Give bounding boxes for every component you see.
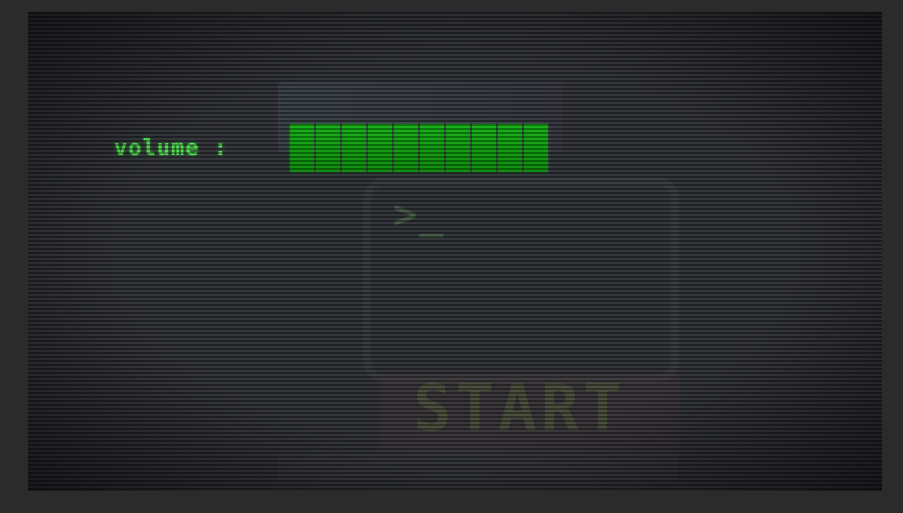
background-start-button: START (413, 372, 626, 446)
volume-bar-segment (290, 124, 314, 172)
volume-bar-segment (316, 124, 340, 172)
volume-bar-segment (524, 124, 548, 172)
crt-frame: >_ START volume : (0, 0, 903, 513)
volume-bar[interactable] (290, 124, 550, 172)
volume-bar-segment (498, 124, 522, 172)
volume-label: volume : (114, 136, 228, 161)
background-prompt: >_ (393, 192, 446, 238)
volume-bar-segment (394, 124, 418, 172)
volume-bar-segment (368, 124, 392, 172)
background-base (278, 452, 678, 482)
volume-bar-segment (342, 124, 366, 172)
volume-bar-segment (420, 124, 444, 172)
volume-bar-segment (472, 124, 496, 172)
volume-bar-segment (446, 124, 470, 172)
crt-screen: >_ START volume : (28, 12, 882, 491)
